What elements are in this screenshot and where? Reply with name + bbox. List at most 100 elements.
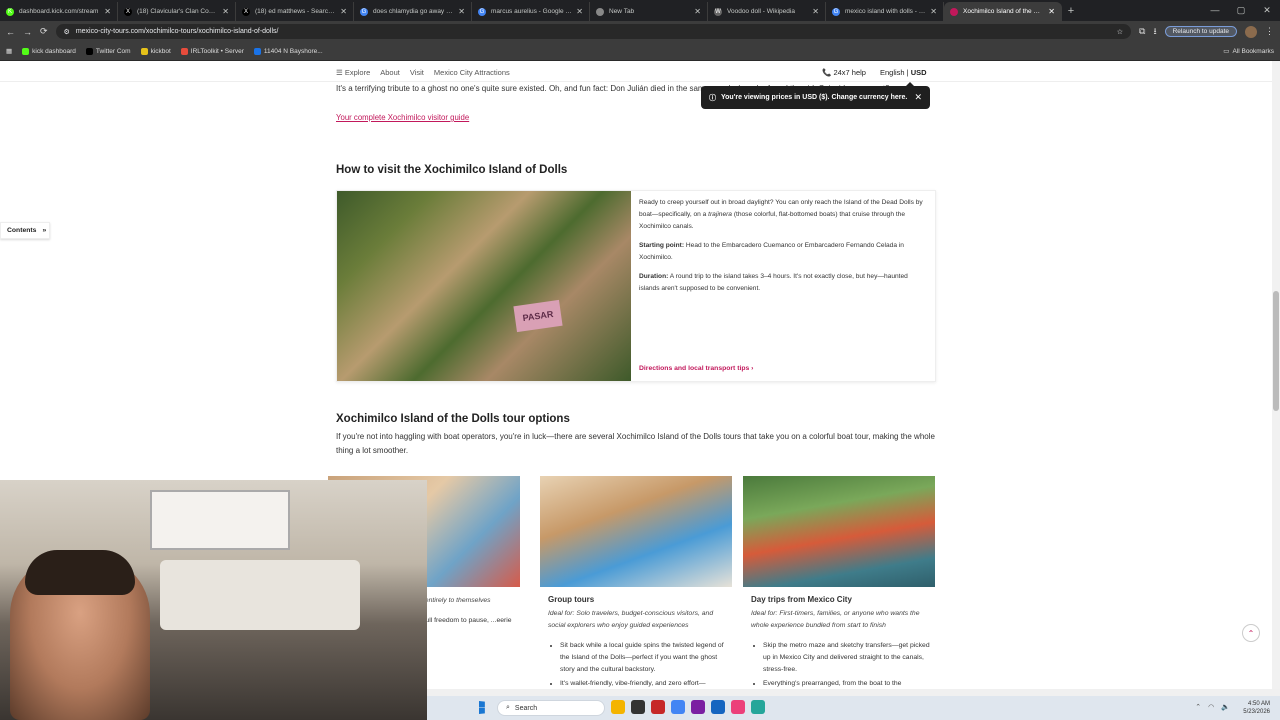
relaunch-button[interactable]: Relaunch to update bbox=[1164, 26, 1237, 37]
starting-point: Starting point: Head to the Embarcadero … bbox=[639, 240, 927, 264]
profile-avatar[interactable] bbox=[1245, 25, 1257, 38]
page-scrollbar[interactable] bbox=[1272, 61, 1280, 690]
tour-card-title: Group tours bbox=[548, 595, 595, 604]
menu-icon[interactable]: ⋮ bbox=[1265, 26, 1274, 37]
close-tab-icon[interactable]: ✕ bbox=[930, 7, 937, 16]
tab-title: mexico island with dolls - Goo bbox=[845, 8, 927, 15]
contents-label: Contents bbox=[7, 227, 37, 234]
bookmark-item[interactable]: 11404 N Bayshore... bbox=[253, 47, 323, 55]
tab-favicon-icon bbox=[596, 7, 604, 16]
close-tab-icon[interactable]: ✕ bbox=[812, 7, 819, 16]
address-bar[interactable]: ⚙ mexico-city-tours.com/xochimilco-tours… bbox=[55, 24, 1132, 39]
taskbar-apps bbox=[611, 700, 765, 714]
horizontal-scrollbar[interactable] bbox=[427, 689, 1280, 696]
explore-menu[interactable]: ☰ Explore bbox=[336, 68, 370, 77]
nav-about[interactable]: About bbox=[380, 68, 400, 77]
language-label: English bbox=[879, 68, 905, 77]
all-bookmarks-button[interactable]: ▭ All Bookmarks bbox=[1223, 47, 1274, 56]
visit-heading: How to visit the Xochimilco Island of Do… bbox=[336, 164, 568, 176]
app-blue-icon[interactable] bbox=[711, 700, 725, 714]
back-icon[interactable]: ← bbox=[6, 27, 15, 37]
close-toast-icon[interactable]: ✕ bbox=[914, 92, 922, 103]
taskbar-search[interactable]: ⌕ Search bbox=[497, 700, 605, 716]
browser-tab[interactable]: Xochimilco Island of the Dolls ✕ bbox=[944, 2, 1062, 21]
close-tab-icon[interactable]: ✕ bbox=[1048, 7, 1055, 16]
bookmark-label: IRLToolkit • Server bbox=[190, 47, 244, 55]
browser-tab[interactable]: New Tab ✕ bbox=[590, 2, 708, 21]
folder-icon: ▭ bbox=[1223, 48, 1230, 55]
forward-icon[interactable]: → bbox=[23, 27, 32, 37]
taskbar-search-label: Search bbox=[514, 704, 538, 712]
app-pink-icon[interactable] bbox=[731, 700, 745, 714]
site-info-icon[interactable]: ⚙ bbox=[64, 28, 70, 36]
chrome-icon[interactable] bbox=[671, 700, 685, 714]
browser-tab[interactable]: Gmarcus aurelius - Google Sear ✕ bbox=[472, 2, 590, 21]
browser-tab[interactable]: Gmexico island with dolls - Goo ✕ bbox=[826, 2, 944, 21]
help-link[interactable]: 📞 24x7 help bbox=[822, 68, 866, 77]
search-icon: ⌕ bbox=[506, 704, 510, 711]
pasar-sign: PASAR bbox=[513, 299, 563, 333]
volume-icon[interactable]: 🔈 bbox=[1221, 703, 1230, 711]
browser-tab[interactable]: Gdoes chlamydia go away - Goo ✕ bbox=[354, 2, 472, 21]
tour-card-image bbox=[540, 476, 732, 587]
nav-visit[interactable]: Visit bbox=[410, 68, 424, 77]
windows-start-icon[interactable] bbox=[479, 701, 485, 714]
bookmark-item[interactable]: kick dashboard bbox=[22, 47, 76, 55]
nav-attractions[interactable]: Mexico City Attractions bbox=[434, 68, 510, 77]
bookmark-star-icon[interactable]: ☆ bbox=[1117, 28, 1123, 36]
close-tab-icon[interactable]: ✕ bbox=[694, 7, 701, 16]
webcam-window bbox=[150, 490, 290, 550]
system-tray: ⌃ ◠ 🔈 bbox=[1195, 703, 1230, 711]
downloads-icon[interactable]: ⭳ bbox=[1153, 24, 1156, 40]
wifi-icon[interactable]: ◠ bbox=[1208, 703, 1214, 711]
bookmark-favicon-icon bbox=[22, 47, 30, 55]
tour-card-bullet: Sit back while a local guide spins the t… bbox=[560, 640, 732, 676]
close-tab-icon[interactable]: ✕ bbox=[104, 7, 111, 16]
close-tab-icon[interactable]: ✕ bbox=[576, 7, 583, 16]
visitor-guide-link[interactable]: Your complete Xochimilco visitor guide bbox=[336, 113, 469, 122]
scrollbar-thumb[interactable] bbox=[1273, 291, 1279, 411]
visit-intro: Ready to creep yourself out in broad day… bbox=[639, 197, 927, 233]
tour-card-bullets: Skip the metro maze and sketchy transfer… bbox=[763, 640, 935, 690]
minimize-icon[interactable]: — bbox=[1202, 0, 1228, 21]
tour-card[interactable]: Day trips from Mexico City Ideal for: Fir… bbox=[743, 476, 935, 694]
file-explorer-icon[interactable] bbox=[611, 700, 625, 714]
maximize-icon[interactable]: ▢ bbox=[1228, 0, 1254, 21]
scroll-to-top-button[interactable]: ⌃ bbox=[1242, 624, 1260, 642]
browser-tab[interactable]: W Voodoo doll - Wikipedia ✕ bbox=[708, 2, 826, 21]
close-tab-icon[interactable]: ✕ bbox=[340, 7, 347, 16]
tours-intro: If you're not into haggling with boat op… bbox=[336, 432, 935, 455]
app-teal-icon[interactable] bbox=[751, 700, 765, 714]
bookmark-item[interactable]: IRLToolkit • Server bbox=[180, 47, 244, 55]
bookmark-favicon-icon bbox=[253, 47, 261, 55]
tour-card[interactable]: Group tours Ideal for: Solo travelers, bu… bbox=[540, 476, 732, 694]
close-window-icon[interactable]: ✕ bbox=[1254, 0, 1280, 21]
close-tab-icon[interactable]: ✕ bbox=[458, 7, 465, 16]
app-purple-icon[interactable] bbox=[691, 700, 705, 714]
currency-toast[interactable]: ⓘ You're viewing prices in USD ($). Chan… bbox=[701, 82, 930, 109]
new-tab-button[interactable]: + bbox=[1062, 2, 1080, 21]
tours-heading: Xochimilco Island of the Dolls tour opti… bbox=[336, 413, 570, 425]
chevron-up-icon[interactable]: ⌃ bbox=[1195, 703, 1201, 711]
terminal-icon[interactable] bbox=[631, 700, 645, 714]
bookmark-item[interactable]: Twitter Com bbox=[85, 47, 131, 55]
app-red-icon[interactable] bbox=[651, 700, 665, 714]
taskbar-clock[interactable]: 4:50 AM 5/23/2026 bbox=[1243, 700, 1270, 716]
browser-tab[interactable]: X (18) ed matthews - Search / X ✕ bbox=[236, 2, 354, 21]
tab-favicon-icon: W bbox=[714, 7, 722, 16]
bookmark-item[interactable]: kickbot bbox=[140, 47, 171, 55]
close-tab-icon[interactable]: ✕ bbox=[222, 7, 229, 16]
apps-icon[interactable]: ▦ bbox=[6, 47, 12, 55]
extension-icon[interactable]: ⧉ bbox=[1139, 26, 1145, 37]
browser-toolbar: ← → ⟳ ⚙ mexico-city-tours.com/xochimilco… bbox=[0, 21, 1280, 42]
tab-title: Xochimilco Island of the Dolls bbox=[963, 8, 1045, 15]
all-bookmarks-label: All Bookmarks bbox=[1232, 47, 1274, 55]
nav-explore-label: Explore bbox=[344, 68, 371, 77]
tour-card-bullets: Sit back while a local guide spins the t… bbox=[560, 640, 732, 690]
contents-toggle[interactable]: Contents » bbox=[0, 222, 50, 239]
locale-selector[interactable]: English | USD bbox=[880, 68, 927, 77]
directions-link[interactable]: Directions and local transport tips › bbox=[639, 363, 753, 375]
reload-icon[interactable]: ⟳ bbox=[40, 26, 48, 37]
browser-tab[interactable]: X (18) Clavicular's Clan Communi ✕ bbox=[118, 2, 236, 21]
browser-tab[interactable]: Kdashboard.kick.com/stream ✕ bbox=[0, 2, 118, 21]
